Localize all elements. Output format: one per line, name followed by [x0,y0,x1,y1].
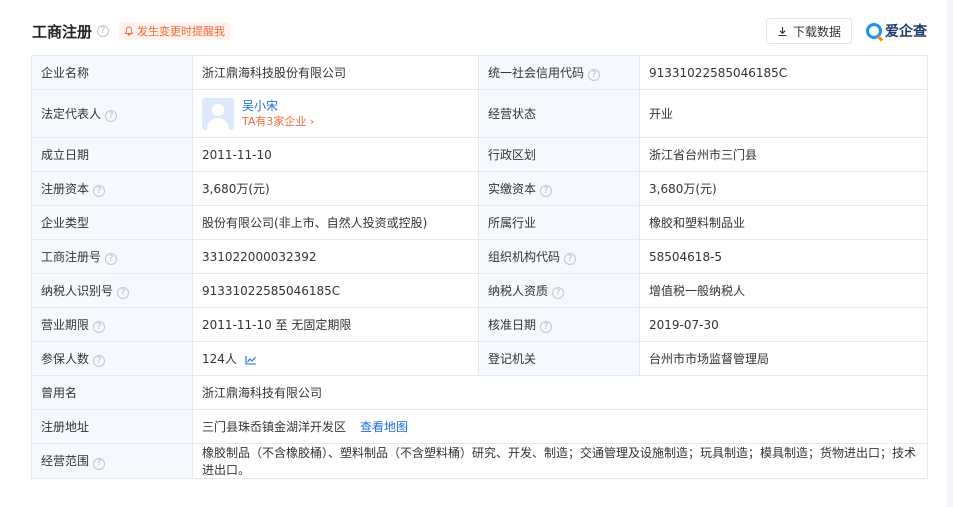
table-row: 企业类型 股份有限公司(非上市、自然人投资或控股) 所属行业 橡胶和塑料制品业 [31,205,928,240]
field-label: 核准日期? [478,307,640,342]
admin-region-value: 浙江省台州市三门县 [639,137,928,172]
field-label: 经营状态 [478,89,640,138]
field-label: 所属行业 [478,205,640,240]
bell-icon [124,26,134,36]
field-label: 登记机关 [478,341,640,376]
field-label: 营业期限? [31,307,193,342]
field-label: 企业名称 [31,55,193,90]
header-actions: 下载数据 爱企查 [765,18,927,44]
help-icon[interactable]: ? [93,185,106,198]
business-term-value: 2011-11-10 至 无固定期限 [192,307,479,342]
help-icon[interactable]: ? [564,253,577,266]
table-row: 企业名称 浙江鼎海科技股份有限公司 统一社会信用代码? 913310225850… [31,55,928,90]
industry-value: 橡胶和塑料制品业 [639,205,928,240]
registration-number-value: 331022000032392 [192,239,479,274]
change-reminder-label: 发生变更时提醒我 [137,25,226,38]
field-label: 纳税人识别号? [31,273,193,308]
field-label: 组织机构代码? [478,239,640,274]
business-scope-value: 橡胶制品（不含橡胶桶）、塑料制品（不含塑料桶）研究、开发、制造；交通管理及设施制… [192,443,928,479]
section-title: 工商注册 [32,22,93,41]
legal-rep-name-link[interactable]: 吴小宋 [242,98,314,114]
legal-rep-cell: 吴小宋 TA有3家企业 › [192,89,479,138]
section-header: 工商注册 ? 发生变更时提醒我 下载数据 爱企查 [32,16,927,46]
table-row: 注册资本? 3,680万(元) 实缴资本? 3,680万(元) [31,171,928,206]
field-label: 经营范围? [31,443,193,479]
help-icon[interactable]: ? [105,110,118,123]
taxpayer-qualification-value: 增值税一般纳税人 [639,273,928,308]
scrollbar-track[interactable] [947,0,953,507]
change-reminder-button[interactable]: 发生变更时提醒我 [119,22,231,40]
help-icon[interactable]: ? [552,287,565,300]
credit-code-value: 91331022585046185C [639,55,928,90]
aiqicha-logo-icon [866,23,882,39]
field-label: 成立日期 [31,137,193,172]
registration-authority-value: 台州市市场监督管理局 [639,341,928,376]
table-row: 曾用名 浙江鼎海科技有限公司 [31,375,928,410]
business-status-value: 开业 [639,89,928,138]
founded-date-value: 2011-11-10 [192,137,479,172]
field-label: 统一社会信用代码? [478,55,640,90]
legal-rep-companies-link[interactable]: TA有3家企业 › [242,114,314,130]
registered-address-value: 三门县珠岙镇金湖洋开发区 查看地图 [192,409,928,444]
table-row: 成立日期 2011-11-10 行政区划 浙江省台州市三门县 [31,137,928,172]
field-label: 参保人数? [31,341,193,376]
download-data-label: 下载数据 [792,24,841,39]
insured-count-value: 124人 [192,341,479,376]
table-row: 经营范围? 橡胶制品（不含橡胶桶）、塑料制品（不含塑料桶）研究、开发、制造；交通… [31,443,928,479]
field-label: 行政区划 [478,137,640,172]
registered-capital-value: 3,680万(元) [192,171,479,206]
field-label: 法定代表人? [31,89,193,138]
field-label: 纳税人资质? [478,273,640,308]
org-code-value: 58504618-5 [639,239,928,274]
taxpayer-id-value: 91331022585046185C [192,273,479,308]
help-icon[interactable]: ? [117,287,130,300]
table-row: 工商注册号? 331022000032392 组织机构代码? 58504618-… [31,239,928,274]
table-row: 法定代表人? 吴小宋 TA有3家企业 › 经营状态 开业 [31,89,928,138]
registration-info-table: 企业名称 浙江鼎海科技股份有限公司 统一社会信用代码? 913310225850… [31,55,928,479]
aiqicha-logo[interactable]: 爱企查 [866,21,927,41]
field-label: 注册地址 [31,409,193,444]
help-icon[interactable]: ? [588,69,601,82]
avatar[interactable] [202,97,234,130]
paid-capital-value: 3,680万(元) [639,171,928,206]
help-icon[interactable]: ? [93,457,106,470]
field-label: 企业类型 [31,205,193,240]
help-icon[interactable]: ? [105,253,118,266]
former-name-value: 浙江鼎海科技有限公司 [192,375,928,410]
logo-text: 爱企查 [885,24,927,40]
company-type-value: 股份有限公司(非上市、自然人投资或控股) [192,205,479,240]
help-icon[interactable]: ? [93,355,106,368]
help-icon[interactable]: ? [97,25,110,37]
field-label: 曾用名 [31,375,193,410]
download-data-button[interactable]: 下载数据 [765,18,852,44]
help-icon[interactable]: ? [540,321,553,334]
company-name-value: 浙江鼎海科技股份有限公司 [192,55,479,90]
help-icon[interactable]: ? [93,321,106,334]
field-label: 工商注册号? [31,239,193,274]
business-registration-page: 工商注册 ? 发生变更时提醒我 下载数据 爱企查 企业名称 浙江鼎海科技股份有限… [0,0,953,507]
chevron-right-icon: › [309,114,315,128]
approval-date-value: 2019-07-30 [639,307,928,342]
help-icon[interactable]: ? [540,185,553,198]
field-label: 注册资本? [31,171,193,206]
download-icon [778,26,787,36]
field-label: 实缴资本? [478,171,640,206]
table-row: 注册地址 三门县珠岙镇金湖洋开发区 查看地图 [31,409,928,444]
trend-chart-icon[interactable] [245,355,257,365]
table-row: 参保人数? 124人 登记机关 台州市市场监督管理局 [31,341,928,376]
table-row: 纳税人识别号? 91331022585046185C 纳税人资质? 增值税一般纳… [31,273,928,308]
view-map-link[interactable]: 查看地图 [360,420,408,434]
table-row: 营业期限? 2011-11-10 至 无固定期限 核准日期? 2019-07-3… [31,307,928,342]
